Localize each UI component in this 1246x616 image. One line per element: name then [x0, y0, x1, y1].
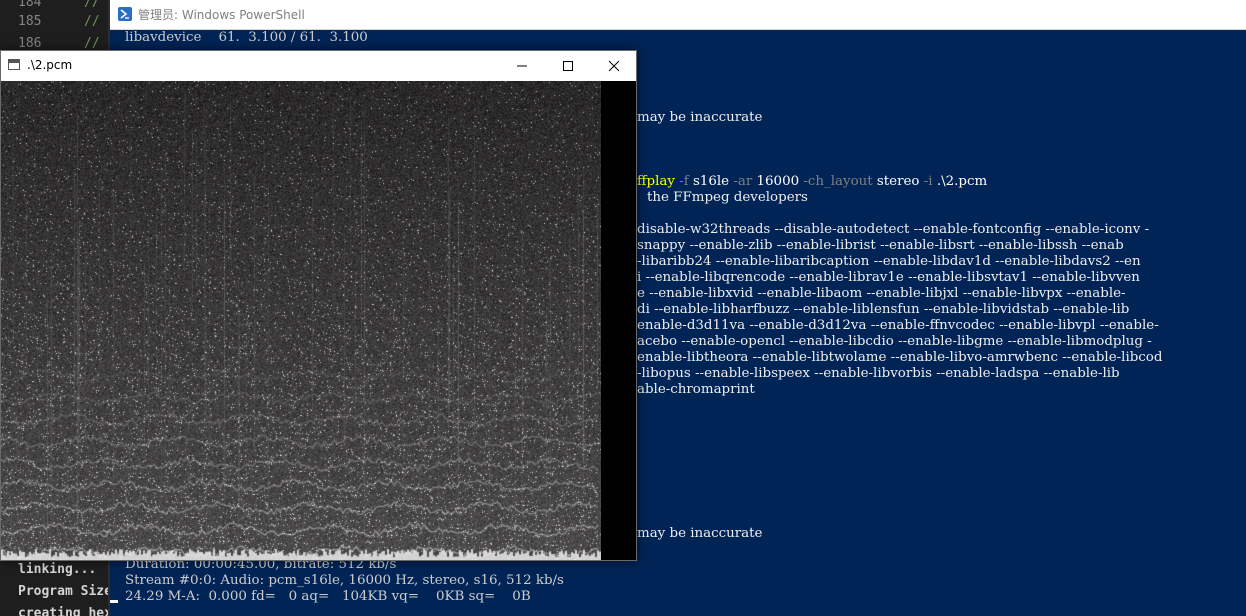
- command-flag: -ar: [733, 174, 753, 189]
- minimize-button[interactable]: [499, 51, 545, 81]
- terminal-line: -libaribb24 --enable-libaribcaption --en…: [637, 254, 1141, 269]
- line-number: 185: [18, 14, 42, 29]
- terminal-line: e --enable-libxvid --enable-libaom --ena…: [637, 286, 1126, 301]
- ffplay-window[interactable]: .\2.pcm: [0, 50, 637, 561]
- maximize-button[interactable]: [545, 51, 591, 81]
- terminal-line: i --enable-libqrencode --enable-librav1e…: [637, 270, 1140, 285]
- terminal-line: may be inaccurate: [637, 110, 763, 125]
- command-flag: -f: [679, 174, 689, 189]
- terminal-line: may be inaccurate: [637, 526, 763, 541]
- terminal-line: able-chromaprint: [637, 382, 755, 397]
- terminal-line: disable-w32threads --disable-autodetect …: [637, 222, 1150, 237]
- build-output-line: Program Size: [18, 584, 110, 599]
- command-flag: -i: [923, 174, 933, 189]
- minimize-icon: [517, 65, 527, 67]
- code-comment: //: [84, 14, 100, 29]
- terminal-line: snappy --enable-zlib --enable-librist --…: [637, 238, 1124, 253]
- terminal-line: 24.29 M-A: 0.000 fd= 0 aq= 104KB vq= 0KB…: [125, 589, 531, 604]
- ffplay-video-area[interactable]: [1, 81, 636, 560]
- command-program: ffplay: [637, 174, 675, 189]
- powershell-icon: [118, 7, 132, 21]
- maximize-icon: [563, 61, 573, 71]
- terminal-line: -libopus --enable-libspeex --enable-libv…: [637, 366, 1120, 381]
- terminal-line: libavdevice 61. 3.100 / 61. 3.100: [125, 30, 368, 45]
- terminal-line: Stream #0:0: Audio: pcm_s16le, 16000 Hz,…: [125, 573, 564, 588]
- terminal-line: di --enable-libharfbuzz --enable-liblens…: [637, 302, 1130, 317]
- command-arg: 16000: [756, 174, 800, 189]
- command-flag: -ch_layout: [803, 174, 873, 189]
- command-arg: .\2.pcm: [936, 174, 988, 189]
- command-arg: s16le: [692, 174, 730, 189]
- editor-line: 185 //: [0, 11, 110, 33]
- terminal-line: acebo --enable-opencl --enable-libcdio -…: [637, 334, 1152, 349]
- audio-spectrogram: [1, 81, 601, 560]
- build-output-line: linking...: [18, 562, 97, 577]
- terminal-line: enable-libtheora --enable-libtwolame --e…: [637, 350, 1163, 365]
- powershell-title-bar[interactable]: 管理员: Windows PowerShell: [110, 0, 1246, 30]
- close-icon: [608, 60, 620, 72]
- build-output-line: creating hex: [18, 606, 110, 616]
- terminal-command-line: ffplay -f s16le -ar 16000 -ch_layout ste…: [637, 174, 987, 190]
- terminal-line: the FFmpeg developers: [647, 190, 808, 205]
- command-arg: stereo: [876, 174, 920, 189]
- terminal-line: enable-d3d11va --enable-d3d12va --enable…: [637, 318, 1159, 333]
- ffplay-title: .\2.pcm: [27, 58, 73, 72]
- powershell-title: 管理员: Windows PowerShell: [138, 8, 305, 22]
- window-app-icon: [8, 59, 20, 70]
- ffplay-title-bar[interactable]: .\2.pcm: [1, 51, 636, 81]
- close-button[interactable]: [591, 51, 637, 81]
- terminal-cursor: [110, 600, 118, 603]
